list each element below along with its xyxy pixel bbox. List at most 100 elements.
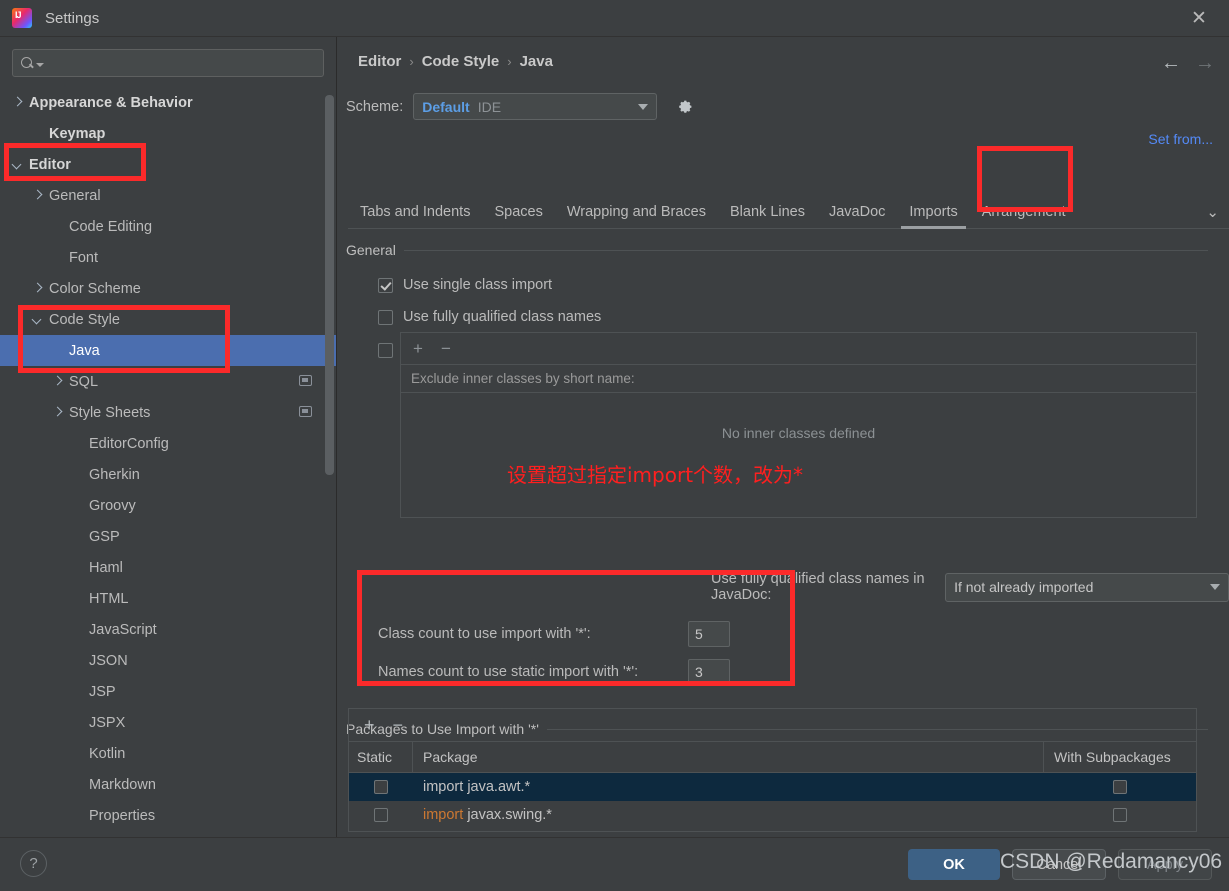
sidebar-item-kotlin[interactable]: Kotlin [0, 738, 336, 769]
sidebar-item-editor[interactable]: Editor [0, 149, 336, 180]
package-name: javax.swing.* [463, 807, 552, 823]
ok-button[interactable]: OK [908, 849, 1000, 880]
sidebar-item-label: Groovy [89, 497, 136, 514]
static-names-count-input[interactable] [688, 659, 730, 685]
sidebar-item-label: Gherkin [89, 466, 140, 483]
chevron-right-icon[interactable] [12, 97, 23, 108]
chevron-right-icon[interactable] [52, 407, 63, 418]
scheme-select[interactable]: Default IDE [413, 93, 658, 120]
sidebar-item-sql[interactable]: SQL [0, 366, 336, 397]
sidebar-item-font[interactable]: Font [0, 242, 336, 273]
sidebar-item-appearance-behavior[interactable]: Appearance & Behavior [0, 87, 336, 118]
packages-table-header: Static Package With Subpackages [349, 742, 1196, 773]
scheme-copy-icon[interactable] [299, 375, 312, 386]
packages-toolbar: + − [349, 709, 1196, 742]
sidebar-item-label: Appearance & Behavior [29, 94, 193, 111]
search-filter-chevron-icon[interactable] [36, 63, 44, 67]
forward-arrow-icon[interactable]: → [1195, 53, 1215, 73]
checkbox-use-fully-qualified-class-names[interactable]: Use fully qualified class names [378, 309, 601, 325]
sidebar-item-label: Haml [89, 559, 123, 576]
add-exclusion-button[interactable]: + [413, 340, 423, 357]
back-arrow-icon[interactable]: ← [1161, 53, 1181, 73]
close-icon[interactable]: ✕ [1177, 0, 1221, 36]
sidebar-item-label: General [49, 187, 101, 204]
chevron-down-icon[interactable]: ⌄ [1196, 203, 1229, 221]
add-package-button[interactable]: + [364, 715, 375, 736]
chevron-right-icon[interactable] [32, 283, 43, 294]
chevron-down-icon[interactable] [12, 159, 23, 170]
remove-exclusion-button[interactable]: − [441, 340, 451, 357]
sidebar-item-color-scheme[interactable]: Color Scheme [0, 273, 336, 304]
chevron-down-icon [1210, 584, 1220, 590]
checkbox-icon[interactable] [1113, 780, 1127, 794]
table-row[interactable]: import java.awt.* [349, 773, 1196, 801]
table-row[interactable]: import javax.swing.* [349, 801, 1196, 829]
chevron-right-icon[interactable] [52, 376, 63, 387]
javadoc-fqn-select[interactable]: If not already imported [945, 572, 1229, 602]
sidebar-item-java[interactable]: Java [0, 335, 336, 366]
breadcrumb-item[interactable]: Java [520, 53, 553, 70]
sidebar-item-label: JSON [89, 652, 128, 669]
sidebar-item-jspx[interactable]: JSPX [0, 707, 336, 738]
breadcrumb-item[interactable]: Editor [358, 53, 401, 70]
gear-icon[interactable] [675, 97, 694, 116]
sidebar-item-markdown[interactable]: Markdown [0, 769, 336, 800]
sidebar-item-general[interactable]: General [0, 180, 336, 211]
checkbox-use-single-class-import[interactable]: Use single class import [378, 277, 552, 293]
checkbox-icon [378, 277, 393, 293]
tab-javadoc[interactable]: JavaDoc [817, 195, 897, 229]
set-from-link[interactable]: Set from... [1148, 131, 1213, 147]
javadoc-fqn-label: Use fully qualified class names in JavaD… [711, 571, 925, 603]
with-subpackages-cell [1044, 808, 1196, 822]
chevron-right-icon[interactable] [32, 190, 43, 201]
breadcrumb-item[interactable]: Code Style [422, 53, 500, 70]
sidebar-item-gherkin[interactable]: Gherkin [0, 459, 336, 490]
sidebar-item-style-sheets[interactable]: Style Sheets [0, 397, 336, 428]
tab-arrangement[interactable]: Arrangement [970, 195, 1078, 229]
exclude-column-header: Exclude inner classes by short name: [401, 365, 1196, 393]
sidebar-item-gsp[interactable]: GSP [0, 521, 336, 552]
tab-tabs-and-indents[interactable]: Tabs and Indents [348, 195, 482, 229]
exclude-list-body[interactable]: No inner classes defined [401, 393, 1196, 515]
exclude-inner-classes-panel: + − Exclude inner classes by short name:… [400, 332, 1197, 518]
sidebar-item-properties[interactable]: Properties [0, 800, 336, 831]
package-keyword: import [423, 807, 464, 823]
sidebar-item-html[interactable]: HTML [0, 583, 336, 614]
sidebar-item-keymap[interactable]: Keymap [0, 118, 336, 149]
sidebar-item-code-editing[interactable]: Code Editing [0, 211, 336, 242]
sidebar-item-label: Editor [29, 156, 71, 173]
checkbox-icon[interactable] [374, 780, 388, 794]
sidebar-item-jsp[interactable]: JSP [0, 676, 336, 707]
javadoc-fqn-value: If not already imported [954, 579, 1094, 595]
tab-blank-lines[interactable]: Blank Lines [718, 195, 817, 229]
column-header-with-subpackages: With Subpackages [1054, 749, 1171, 765]
tab-imports[interactable]: Imports [897, 195, 969, 229]
checkbox-icon[interactable] [1113, 808, 1127, 822]
sidebar-item-groovy[interactable]: Groovy [0, 490, 336, 521]
sidebar-item-haml[interactable]: Haml [0, 552, 336, 583]
search-box[interactable] [12, 49, 324, 77]
checkbox-label: Use single class import [403, 277, 553, 293]
sidebar-item-editorconfig[interactable]: EditorConfig [0, 428, 336, 459]
sidebar-scrollbar[interactable] [325, 95, 334, 475]
sidebar-item-code-style[interactable]: Code Style [0, 304, 336, 335]
intellij-idea-icon [12, 8, 32, 28]
scheme-copy-icon[interactable] [299, 406, 312, 417]
sidebar-item-label: Markdown [89, 776, 156, 793]
sidebar-item-javascript[interactable]: JavaScript [0, 614, 336, 645]
tab-wrapping-and-braces[interactable]: Wrapping and Braces [555, 195, 718, 229]
remove-package-button[interactable]: − [393, 715, 404, 736]
sidebar-item-label: EditorConfig [89, 435, 169, 452]
tab-spaces[interactable]: Spaces [482, 195, 554, 229]
sidebar-item-json[interactable]: JSON [0, 645, 336, 676]
chevron-down-icon[interactable] [32, 314, 43, 325]
sidebar-item-label: JavaScript [89, 621, 157, 638]
class-count-input[interactable] [688, 621, 730, 647]
search-input[interactable] [49, 55, 315, 71]
checkbox-icon[interactable] [374, 808, 388, 822]
navigation-arrows: ← → [1161, 53, 1215, 73]
sidebar-item-label: Java [69, 342, 100, 359]
window-title: Settings [45, 9, 100, 27]
help-button[interactable]: ? [20, 850, 47, 877]
exclude-empty-text: No inner classes defined [721, 425, 876, 441]
